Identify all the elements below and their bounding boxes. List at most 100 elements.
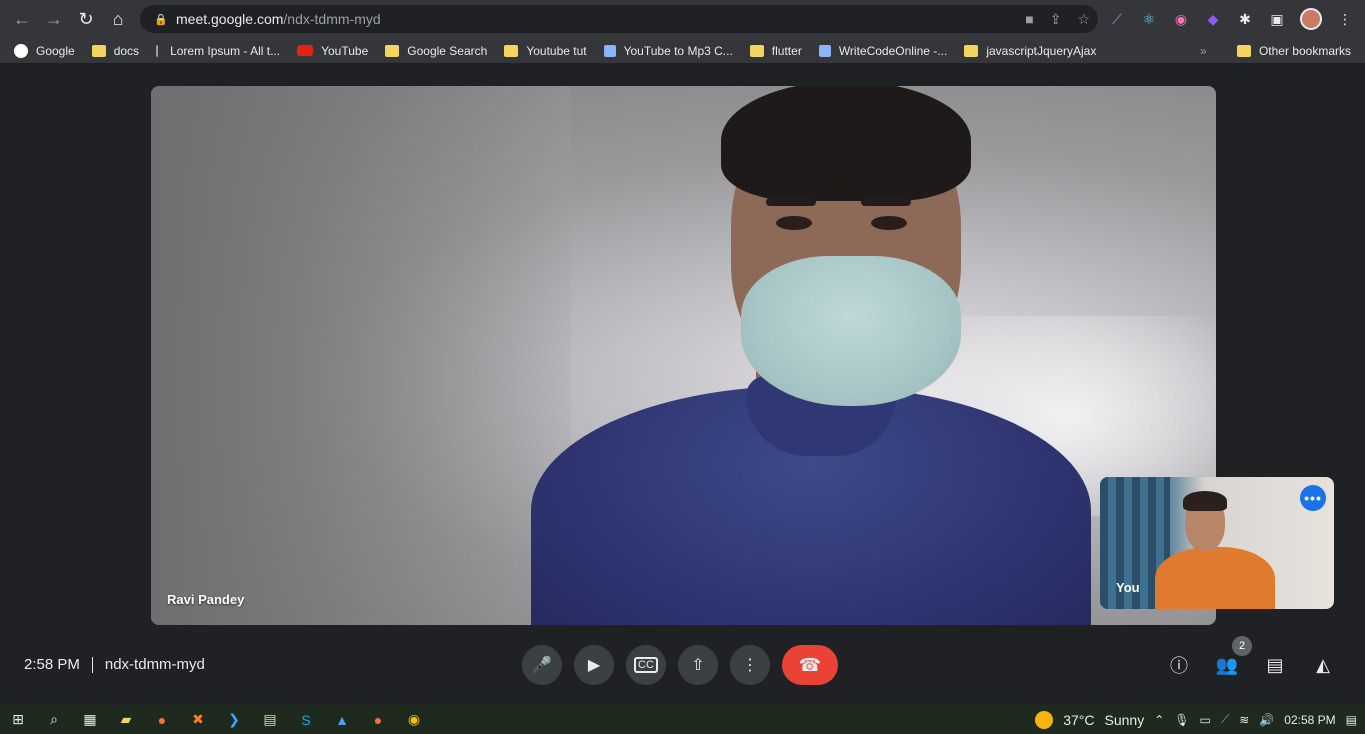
camera-icon[interactable]: ■ [1025, 11, 1033, 27]
lock-icon: 🔒 [154, 14, 168, 26]
forward-button[interactable]: → [38, 3, 70, 35]
profile-avatar[interactable] [1300, 8, 1322, 30]
share-icon[interactable]: ⇪ [1050, 11, 1062, 28]
phone-hangup-icon: ☎ [798, 654, 822, 675]
participant-count-badge: 2 [1232, 636, 1252, 656]
present-screen-icon: ⇧ [691, 657, 705, 674]
more-options-button[interactable]: ⋮ [730, 645, 770, 685]
meeting-time: 2:58 PM [24, 656, 80, 673]
skype-icon[interactable]: S [288, 705, 324, 734]
meeting-details-button[interactable]: ⓘ [1166, 652, 1192, 678]
meeting-code: ndx-tdmm-myd [104, 656, 205, 673]
bookmarks-overflow[interactable]: » [1200, 44, 1207, 58]
gem-extension-icon[interactable]: ◆ [1204, 10, 1222, 28]
meeting-controls-bar: 2:58 PM ndx-tdmm-myd 🎤 ▶ CC ⇧ ⋮ ☎ ⓘ 👥 2 ▤… [0, 636, 1365, 690]
battery-icon[interactable]: ▭ [1200, 713, 1211, 727]
clock[interactable]: 02:58 PM [1284, 713, 1335, 727]
home-button[interactable]: ⌂ [102, 3, 134, 35]
react-extension-icon[interactable]: ⚛ [1140, 10, 1158, 28]
microphone-tray-icon[interactable]: 🎙 [1174, 713, 1189, 727]
meeting-info: 2:58 PM ndx-tdmm-myd [24, 656, 205, 673]
other-bookmarks[interactable]: Other bookmarks [1236, 44, 1351, 58]
notepad-icon[interactable]: ▤ [252, 705, 288, 734]
vscode-icon[interactable]: ❯ [216, 705, 252, 734]
participant-video [531, 86, 1091, 625]
leave-call-button[interactable]: ☎ [782, 645, 838, 685]
bookmark-youtube[interactable]: YouTube [297, 44, 368, 58]
windows-start-icon[interactable]: ⊞ [0, 705, 36, 734]
activities-button[interactable]: ◭ [1310, 652, 1336, 678]
chrome-icon[interactable]: ◉ [396, 705, 432, 734]
folder-icon [385, 44, 400, 57]
main-video-tile: Ravi Pandey [151, 86, 1216, 625]
reload-button[interactable]: ↻ [70, 3, 102, 35]
bookmark-lorem[interactable]: Lorem Ipsum - All t... [156, 44, 280, 58]
bookmark-writecode[interactable]: WriteCodeOnline -... [818, 44, 947, 58]
participant-name: Ravi Pandey [167, 592, 245, 607]
chat-button[interactable]: ▤ [1262, 652, 1288, 678]
wifi-icon[interactable]: ≋ [1239, 713, 1249, 727]
volume-icon[interactable]: 🔊 [1259, 713, 1274, 727]
task-view-icon[interactable]: ▦ [72, 705, 108, 734]
youtube-icon [297, 45, 314, 56]
folder-icon [1236, 45, 1251, 57]
mic-icon: 🎤 [532, 657, 552, 674]
postman-icon[interactable]: ● [360, 705, 396, 734]
arrow-right-icon: → [45, 8, 63, 29]
feather-extension-icon[interactable]: ⟋ [1108, 10, 1126, 28]
chat-icon: ▤ [1266, 654, 1284, 675]
xampp-icon[interactable]: ✖ [180, 705, 216, 734]
bookmark-google[interactable]: Google [14, 43, 75, 58]
people-icon: 👥 [1215, 654, 1239, 675]
file-explorer-icon[interactable]: ▰ [108, 705, 144, 734]
puzzle-icon[interactable]: ✱ [1236, 10, 1254, 28]
feather-tray-icon[interactable]: ⟋ [1221, 712, 1229, 727]
google-icon [14, 43, 28, 58]
reload-icon: ↻ [78, 8, 94, 29]
color-extension-icon[interactable]: ◉ [1172, 10, 1190, 28]
firefox-icon[interactable]: ● [144, 705, 180, 734]
bookmark-google-search[interactable]: Google Search [385, 44, 487, 58]
bookmark-docs[interactable]: docs [91, 44, 139, 58]
bookmark-youtube-mp3[interactable]: YouTube to Mp3 C... [603, 44, 733, 58]
folder-icon [964, 44, 979, 57]
back-button[interactable]: ← [6, 3, 38, 35]
search-icon[interactable]: ⌕ [36, 705, 72, 734]
more-options-icon[interactable]: ••• [1300, 485, 1326, 511]
url-text: meet.google.com/ndx-tdmm-myd [176, 11, 381, 27]
folder-icon [504, 44, 519, 57]
sidebar-icon[interactable]: ▣ [1268, 10, 1286, 28]
activities-icon: ◭ [1316, 654, 1330, 675]
drive-icon[interactable]: ▲ [324, 705, 360, 734]
notifications-icon[interactable]: ▤ [1346, 713, 1357, 727]
bookmarks-bar: Google docs Lorem Ipsum - All t... YouTu… [0, 38, 1365, 64]
arrow-left-icon: ← [13, 8, 31, 29]
captions-button[interactable]: CC [626, 645, 666, 685]
videocam-icon: ▶ [587, 657, 601, 674]
download-icon [603, 44, 616, 57]
mic-button[interactable]: 🎤 [522, 645, 562, 685]
bookmark-flutter[interactable]: flutter [749, 44, 802, 58]
bookmark-star-icon[interactable]: ☆ [1077, 11, 1090, 28]
menu-dots-icon[interactable]: ⋮ [1336, 10, 1354, 28]
bookmark-youtube-tut[interactable]: Youtube tut [504, 44, 587, 58]
info-icon: ⓘ [1170, 656, 1188, 676]
people-button[interactable]: 👥 2 [1214, 636, 1252, 678]
present-button[interactable]: ⇧ [678, 645, 718, 685]
self-video-tile[interactable]: You ••• [1100, 477, 1334, 609]
browser-toolbar: ← → ↻ ⌂ 🔒 meet.google.com/ndx-tdmm-myd ■… [0, 0, 1365, 38]
divider [91, 656, 93, 673]
home-icon: ⌂ [112, 8, 124, 29]
chevron-up-icon[interactable]: ⌃ [1154, 713, 1164, 727]
windows-taskbar: ⊞ ⌕ ▦ ▰ ● ✖ ❯ ▤ S ▲ ● ◉ 37°C Sunny ⌃ 🎙 ▭… [0, 705, 1365, 734]
address-bar[interactable]: 🔒 meet.google.com/ndx-tdmm-myd ■ ⇪ ☆ [140, 5, 1098, 33]
folder-icon [749, 44, 764, 57]
camera-button[interactable]: ▶ [574, 645, 614, 685]
weather-status[interactable]: Sunny [1105, 712, 1145, 728]
bookmark-javascript[interactable]: javascriptJqueryAjax [964, 44, 1096, 58]
code-icon [818, 44, 831, 57]
temperature[interactable]: 37°C [1063, 712, 1094, 728]
system-tray: 37°C Sunny ⌃ 🎙 ▭ ⟋ ≋ 🔊 02:58 PM ▤ [1035, 705, 1365, 734]
page-icon [156, 44, 162, 57]
sunny-weather-icon [1035, 710, 1054, 729]
